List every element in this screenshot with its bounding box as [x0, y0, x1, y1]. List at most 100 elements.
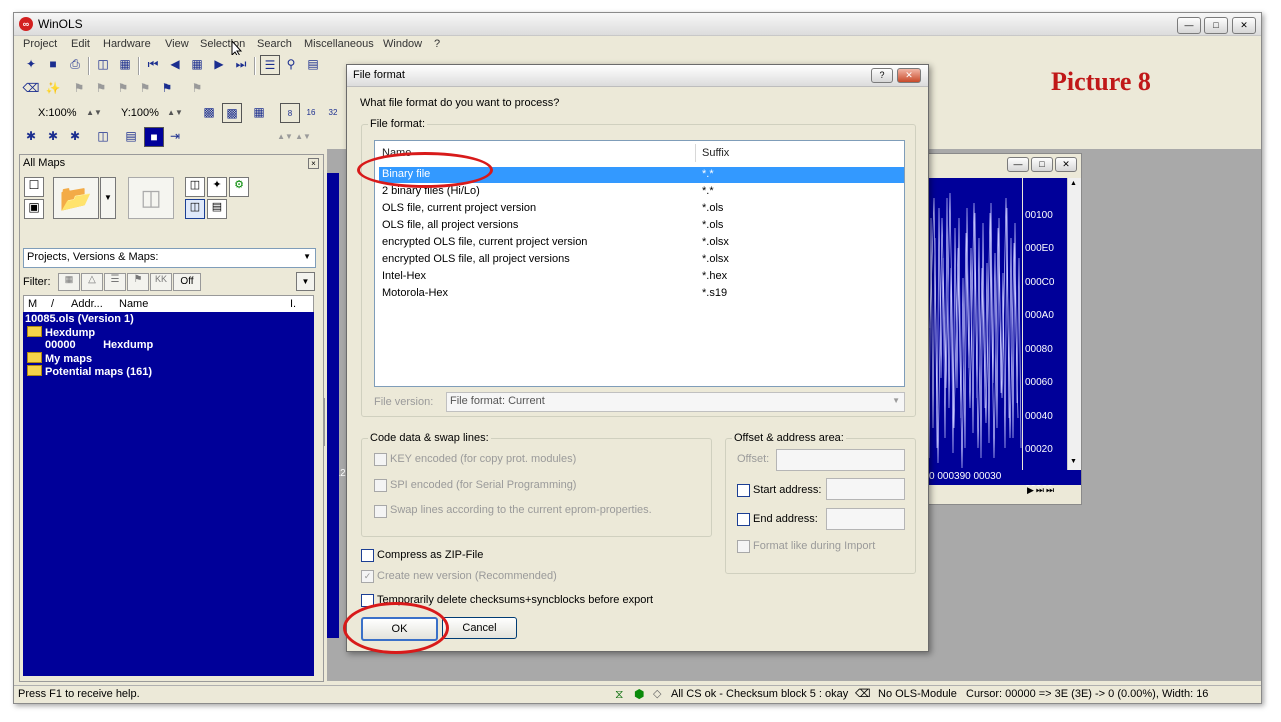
- map-settings-icon[interactable]: ⚙: [229, 177, 249, 197]
- format-row-ols-current[interactable]: OLS file, current project version *.ols: [379, 201, 904, 217]
- menu-hardware[interactable]: Hardware: [103, 38, 151, 50]
- col-sort[interactable]: /: [51, 298, 54, 310]
- text-view-icon[interactable]: ☰: [260, 55, 280, 75]
- view-combo[interactable]: Projects, Versions & Maps: ▼: [23, 248, 316, 268]
- menu-project[interactable]: Project: [23, 38, 57, 50]
- map-tool-1-icon[interactable]: ⚑: [70, 79, 88, 97]
- menu-window[interactable]: Window: [383, 38, 422, 50]
- find-icon[interactable]: ⚲: [282, 55, 300, 73]
- col-name[interactable]: Name: [119, 298, 148, 310]
- format-row-encrypted-current[interactable]: encrypted OLS file, current project vers…: [379, 235, 904, 251]
- format-import-checkbox[interactable]: [737, 540, 750, 553]
- print-icon[interactable]: ⎙: [66, 55, 84, 73]
- hex-maximize-button[interactable]: □: [1031, 157, 1053, 172]
- close-button[interactable]: ✕: [1232, 17, 1256, 34]
- hardware-icon[interactable]: ■: [44, 55, 62, 73]
- filter-3d-icon[interactable]: △: [81, 273, 103, 291]
- maximize-button[interactable]: □: [1204, 17, 1228, 34]
- next-icon[interactable]: ▶: [210, 55, 228, 73]
- columns-icon[interactable]: ▤: [122, 127, 140, 145]
- map-tool-5-icon[interactable]: ⚑: [158, 79, 176, 97]
- map-wizard-icon[interactable]: ✦: [207, 177, 227, 197]
- end-address-checkbox[interactable]: [737, 513, 750, 526]
- width-32-button[interactable]: 32: [324, 103, 342, 121]
- zoom-y-spinner-icon[interactable]: ▲▼: [166, 103, 184, 121]
- spin-b-icon[interactable]: ▲▼: [294, 127, 312, 145]
- new-project-icon[interactable]: ☐: [24, 177, 44, 197]
- menu-edit[interactable]: Edit: [71, 38, 90, 50]
- eraser-icon[interactable]: ⌫: [22, 79, 40, 97]
- format-row-2binary[interactable]: 2 binary files (Hi/Lo) *.*: [379, 184, 904, 200]
- tree-item-potential-maps[interactable]: Potential maps (161): [27, 365, 152, 378]
- hex-nav-icons[interactable]: ▶⏭⏭: [1027, 485, 1056, 496]
- create-version-checkbox[interactable]: ✓: [361, 570, 374, 583]
- filter-flag-icon[interactable]: ⚑: [127, 273, 149, 291]
- start-address-input[interactable]: [826, 478, 905, 500]
- wizard-icon[interactable]: ✦: [22, 55, 40, 73]
- open-project-icon[interactable]: 📂: [53, 177, 99, 219]
- format-row-ols-all[interactable]: OLS file, all project versions *.ols: [379, 218, 904, 234]
- file-version-combo[interactable]: File format: Current ▼: [446, 392, 905, 412]
- window-new-icon[interactable]: ◫: [94, 55, 112, 73]
- list-col-suffix[interactable]: Suffix: [702, 147, 729, 159]
- width-8-button[interactable]: 8: [280, 103, 300, 123]
- map-tool-3-icon[interactable]: ⚑: [114, 79, 132, 97]
- windows-tile-icon[interactable]: ▦: [116, 55, 134, 73]
- spin-a-icon[interactable]: ▲▼: [276, 127, 294, 145]
- scroll-up-icon[interactable]: ▲: [1070, 180, 1077, 187]
- col-m[interactable]: M: [28, 298, 37, 310]
- filter-2d-icon[interactable]: ☰: [104, 273, 126, 291]
- hex-minimize-button[interactable]: —: [1007, 157, 1029, 172]
- previous-icon[interactable]: ◀: [166, 55, 184, 73]
- add-map-icon[interactable]: ◫: [185, 177, 205, 197]
- map-export-icon[interactable]: ◫: [185, 199, 205, 219]
- view-hex-icon[interactable]: ▦: [250, 103, 268, 121]
- format-row-intel-hex[interactable]: Intel-Hex *.hex: [379, 269, 904, 285]
- minimize-button[interactable]: —: [1177, 17, 1201, 34]
- hex-vertical-scrollbar[interactable]: ▲ ▼: [1067, 178, 1081, 470]
- start-address-checkbox[interactable]: [737, 484, 750, 497]
- view-3d-icon[interactable]: ▩: [222, 103, 242, 123]
- tree-item-hexdump-folder[interactable]: Hexdump: [27, 326, 95, 339]
- col-address[interactable]: Addr...: [71, 298, 103, 310]
- spi-encoded-checkbox[interactable]: [374, 479, 387, 492]
- save-project-icon[interactable]: ▣: [24, 199, 44, 219]
- format-row-motorola-hex[interactable]: Motorola-Hex *.s19: [379, 286, 904, 302]
- open-dropdown-icon[interactable]: ▼: [100, 177, 116, 219]
- last-icon[interactable]: ⏭: [232, 55, 250, 73]
- script-icon[interactable]: ▤: [304, 55, 322, 73]
- dialog-close-button[interactable]: ✕: [897, 68, 921, 83]
- copy-icon[interactable]: ◫: [94, 127, 112, 145]
- col-i[interactable]: I.: [290, 298, 296, 310]
- filter-type-icon[interactable]: ▦: [58, 273, 80, 291]
- cancel-button[interactable]: Cancel: [442, 617, 517, 639]
- format-row-encrypted-all[interactable]: encrypted OLS file, all project versions…: [379, 252, 904, 268]
- filter-kk-icon[interactable]: KK: [150, 273, 172, 291]
- chart-tool-1-icon[interactable]: ✱: [22, 127, 40, 145]
- menu-view[interactable]: View: [165, 38, 189, 50]
- compress-zip-checkbox[interactable]: [361, 549, 374, 562]
- chart-tool-2-icon[interactable]: ✱: [44, 127, 62, 145]
- panel-close-icon[interactable]: ×: [308, 158, 319, 169]
- tree-item-hexdump-map[interactable]: 00000 Hexdump: [45, 339, 153, 351]
- filter-off-button[interactable]: Off: [173, 273, 201, 291]
- zoom-x-spinner-icon[interactable]: ▲▼: [85, 103, 103, 121]
- hex-close-button[interactable]: ✕: [1055, 157, 1077, 172]
- width-16-button[interactable]: 16: [302, 103, 320, 121]
- import-project-icon[interactable]: ◫: [128, 177, 174, 219]
- map-icon[interactable]: ✨: [44, 79, 62, 97]
- map-list-icon[interactable]: ▤: [207, 199, 227, 219]
- view-2d-icon[interactable]: ▩: [200, 103, 218, 121]
- dialog-help-button[interactable]: ?: [871, 68, 893, 83]
- key-encoded-checkbox[interactable]: [374, 453, 387, 466]
- map-tool-4-icon[interactable]: ⚑: [136, 79, 154, 97]
- step-icon[interactable]: ⇥: [166, 127, 184, 145]
- chart-tool-3-icon[interactable]: ✱: [66, 127, 84, 145]
- menu-search[interactable]: Search: [257, 38, 292, 50]
- tree-item-my-maps[interactable]: My maps: [27, 352, 92, 365]
- menu-help[interactable]: ?: [434, 38, 440, 50]
- filter-dropdown-icon[interactable]: ▼: [296, 272, 315, 291]
- swap-lines-checkbox[interactable]: [374, 505, 387, 518]
- scroll-down-icon[interactable]: ▼: [1070, 458, 1077, 465]
- color-icon[interactable]: ■: [144, 127, 164, 147]
